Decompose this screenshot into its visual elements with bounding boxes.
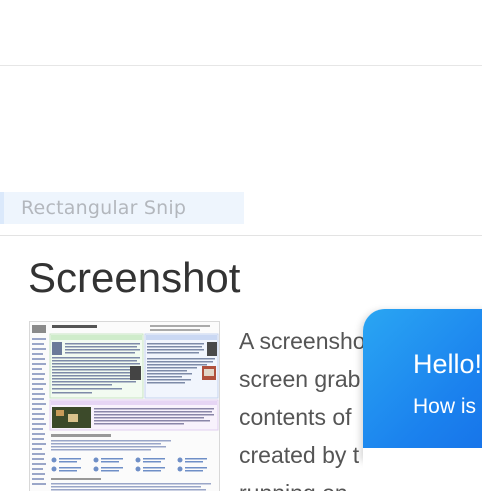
wikipedia-screenshot-image [30,322,219,491]
page: Rectangular Snip Screenshot A screensho … [0,0,482,491]
card-divider [0,235,482,236]
chat-greeting: Hello! [413,349,482,379]
snip-mode-label: Rectangular Snip [21,197,187,219]
body-line: A screensho [239,328,366,354]
top-bar [0,0,482,66]
article-thumbnail[interactable] [29,321,220,491]
snip-mode-tooltip: Rectangular Snip [0,192,244,224]
chat-widget-bubble[interactable]: Hello! How is [363,309,482,459]
chat-subtext: How is [413,395,477,418]
article-body: A screensho screen grab contents of crea… [239,322,379,491]
body-line: contents of [239,404,352,430]
chat-widget-footer [363,448,482,491]
article-title: Screenshot [28,254,241,301]
body-line: screen grab [239,366,361,392]
body-line: running on [239,474,379,491]
body-line: created by t [239,442,360,468]
